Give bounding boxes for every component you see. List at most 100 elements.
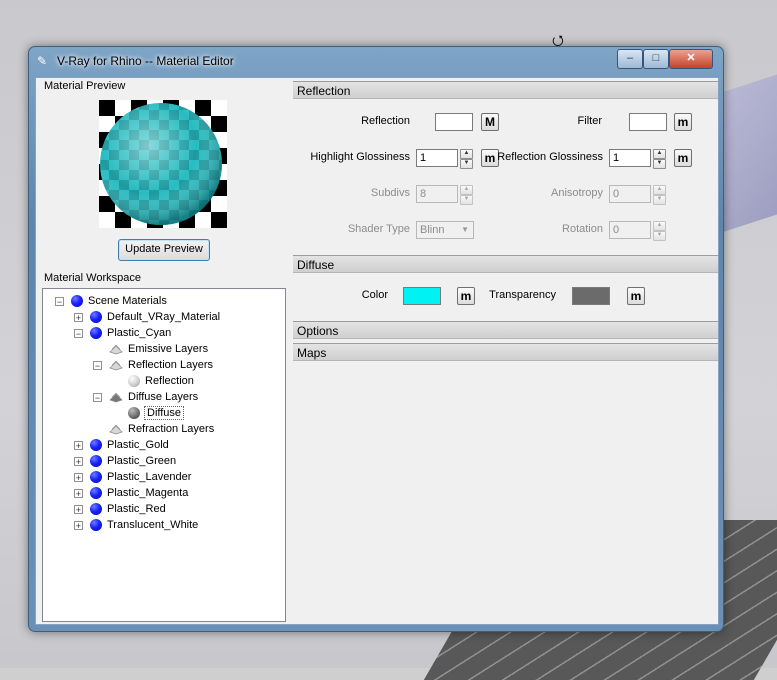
reflection-layer-icon <box>128 375 140 388</box>
close-button[interactable]: ✕ <box>669 49 713 69</box>
diffuse-color-swatch[interactable] <box>403 287 441 305</box>
rotation-input: 0 <box>609 221 651 239</box>
maximize-button[interactable]: □ <box>643 49 669 69</box>
tree-item[interactable]: Plastic_Green <box>90 453 176 469</box>
tree-item[interactable]: Scene Materials <box>71 293 167 309</box>
subdivs-label: Subdivs <box>370 187 410 199</box>
tree-item-label: Diffuse Layers <box>128 391 199 404</box>
reflection-glossiness-label: Reflection Glossiness <box>497 151 603 163</box>
reflection-glossiness-map-button[interactable]: m <box>674 149 692 167</box>
tree-item-label: Plastic_Gold <box>107 439 169 452</box>
tree-item-label: Plastic_Lavender <box>107 471 192 484</box>
tree-item-label: Scene Materials <box>88 295 167 308</box>
tree-item[interactable]: Reflection <box>128 373 194 389</box>
rotation-spinner: ▲ ▼ <box>653 221 666 241</box>
maps-section-header[interactable]: Maps <box>293 343 718 361</box>
minimize-button[interactable]: – <box>617 49 643 69</box>
layer-group-icon <box>109 343 123 355</box>
highlight-glossiness-input[interactable]: 1 <box>416 149 458 167</box>
tree-item[interactable]: Plastic_Cyan <box>90 325 171 341</box>
expand-icon[interactable]: + <box>74 521 83 531</box>
reflection-color-swatch[interactable] <box>435 113 473 131</box>
editor-client-area: Material Preview Update Preview Material… <box>35 77 719 625</box>
tree-item[interactable]: Plastic_Lavender <box>90 469 191 485</box>
material-editor-window: ✎ V-Ray for Rhino -- Material Editor – □… <box>28 46 724 632</box>
tree-item[interactable]: Refraction Layers <box>109 421 214 437</box>
material-sphere-icon <box>90 327 102 340</box>
reflection-glossiness-input[interactable]: 1 <box>609 149 651 167</box>
anisotropy-spinner: ▲ ▼ <box>653 185 666 205</box>
tree-item-label: Plastic_Green <box>107 455 177 468</box>
tree-item-label: Reflection Layers <box>128 359 213 372</box>
highlight-glossiness-spinner[interactable]: ▲ ▼ <box>460 149 473 169</box>
material-sphere-icon <box>90 503 102 516</box>
reflection-section-header[interactable]: Reflection <box>293 81 718 99</box>
tree-item[interactable]: Default_VRay_Material <box>90 309 220 325</box>
tree-item[interactable]: Plastic_Magenta <box>90 485 188 501</box>
tree-item-label: Diffuse <box>143 406 185 421</box>
tree-item-label: Refraction Layers <box>128 423 215 436</box>
update-preview-button[interactable]: Update Preview <box>118 239 210 261</box>
expand-icon[interactable]: + <box>74 441 83 451</box>
tree-item-label: Plastic_Magenta <box>107 487 189 500</box>
expand-icon[interactable]: + <box>74 473 83 483</box>
subdivs-input: 8 <box>416 185 458 203</box>
subdivs-spinner: ▲ ▼ <box>460 185 473 205</box>
material-workspace-label: Material Workspace <box>44 272 141 284</box>
layer-group-icon <box>109 423 123 435</box>
material-sphere-icon <box>90 455 102 468</box>
reflection-map-button[interactable]: M <box>481 113 499 131</box>
tree-item-label: Plastic_Red <box>107 503 166 516</box>
collapse-icon[interactable]: − <box>93 361 102 371</box>
diffuse-section-header[interactable]: Diffuse <box>293 255 718 273</box>
reflection-label: Reflection <box>361 115 410 127</box>
tree-item-label: Emissive Layers <box>128 343 209 356</box>
vray-app-icon: ✎ <box>37 54 48 68</box>
reflection-glossiness-spinner[interactable]: ▲ ▼ <box>653 149 666 169</box>
tree-item[interactable]: Diffuse <box>128 405 185 421</box>
tree-item-label: Reflection <box>145 375 194 388</box>
options-section-header[interactable]: Options <box>293 321 718 339</box>
material-sphere-icon <box>90 487 102 500</box>
filter-label: Filter <box>577 115 602 127</box>
expand-icon[interactable]: + <box>74 505 83 515</box>
diffuse-color-label: Color <box>361 289 388 301</box>
expand-icon[interactable]: + <box>74 313 83 323</box>
collapse-icon[interactable]: − <box>55 297 64 307</box>
diffuse-color-map-button[interactable]: m <box>457 287 475 305</box>
title-bar[interactable]: ✎ V-Ray for Rhino -- Material Editor – □… <box>29 47 723 75</box>
material-sphere-icon <box>71 295 83 308</box>
shader-type-label: Shader Type <box>347 223 410 235</box>
tree-item[interactable]: Emissive Layers <box>109 341 208 357</box>
expand-icon[interactable]: + <box>74 457 83 467</box>
tree-item[interactable]: Reflection Layers <box>109 357 213 373</box>
tree-item[interactable]: Plastic_Red <box>90 501 166 517</box>
material-workspace-tree[interactable]: − Scene Materials + Default_VRay_Material − P… <box>42 288 286 622</box>
dropdown-arrow-icon: ▼ <box>461 225 469 234</box>
tree-item[interactable]: Translucent_White <box>90 517 198 533</box>
material-preview-label: Material Preview <box>44 80 126 92</box>
material-sphere-icon <box>90 439 102 452</box>
expand-icon[interactable]: + <box>74 489 83 499</box>
tree-item[interactable]: Diffuse Layers <box>109 389 198 405</box>
material-sphere-icon <box>90 311 102 324</box>
layer-group-icon <box>109 391 123 403</box>
diffuse-layer-icon <box>128 407 140 420</box>
collapse-icon[interactable]: − <box>74 329 83 339</box>
anisotropy-label: Anisotropy <box>551 187 603 199</box>
rotation-label: Rotation <box>562 223 603 235</box>
tree-item[interactable]: Plastic_Gold <box>90 437 169 453</box>
filter-color-swatch[interactable] <box>629 113 667 131</box>
window-title: V-Ray for Rhino -- Material Editor <box>57 54 234 68</box>
material-sphere-icon <box>90 519 102 532</box>
transparency-map-button[interactable]: m <box>627 287 645 305</box>
collapse-icon[interactable]: − <box>93 393 102 403</box>
shader-type-select: Blinn ▼ <box>416 221 474 239</box>
transparency-label: Transparency <box>489 289 556 301</box>
material-preview-image <box>99 100 227 228</box>
layer-group-icon <box>109 359 123 371</box>
filter-map-button[interactable]: m <box>674 113 692 131</box>
anisotropy-input: 0 <box>609 185 651 203</box>
transparency-color-swatch[interactable] <box>572 287 610 305</box>
highlight-glossiness-label: Highlight Glossiness <box>310 151 410 163</box>
